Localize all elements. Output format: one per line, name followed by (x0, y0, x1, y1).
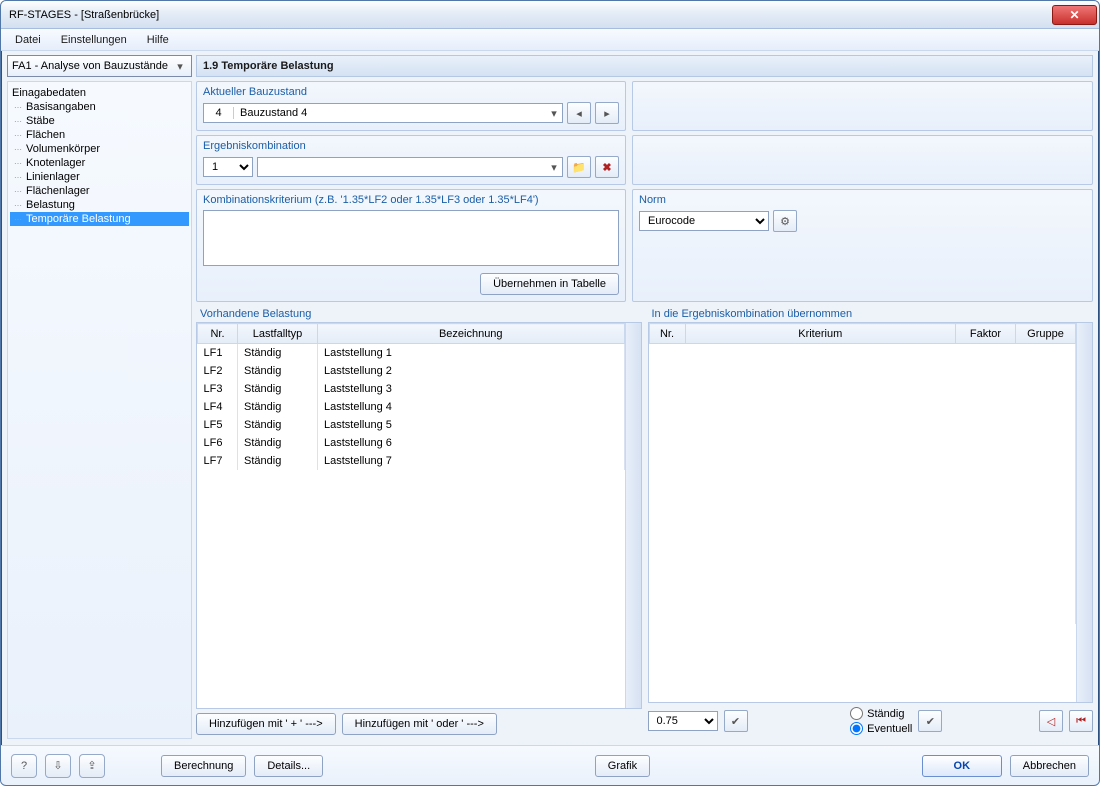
hinzufuegen-plus-button[interactable]: Hinzufügen mit ' + ' ---> (196, 713, 336, 735)
hinzufuegen-oder-button[interactable]: Hinzufügen mit ' oder ' ---> (342, 713, 497, 735)
ergebniskombination-num[interactable]: 1 (203, 157, 253, 177)
footer: ? ⇩ ⇪ Berechnung Details... Grafik OK Ab… (1, 745, 1099, 785)
next-button[interactable]: ▸ (595, 102, 619, 124)
kombinationskriterium-group: Kombinationskriterium (z.B. '1.35*LF2 od… (196, 189, 626, 302)
tree-item-fl-chen[interactable]: Flächen (10, 128, 189, 142)
tree-root[interactable]: Einagabedaten (10, 86, 189, 100)
help-button[interactable]: ? (11, 754, 37, 778)
col-bezeichnung[interactable]: Bezeichnung (318, 324, 625, 344)
remove-last-button[interactable]: ◁ (1039, 710, 1063, 732)
fa-selector-label: FA1 - Analyse von Bauzustände (12, 60, 168, 72)
uebernommen-label: In die Ergebniskombination übernommen (648, 306, 1094, 322)
col-nr[interactable]: Nr. (198, 324, 238, 344)
radio-eventuell[interactable]: Eventuell (850, 722, 912, 735)
menubar: Datei Einstellungen Hilfe (1, 29, 1099, 51)
tree-item-belastung[interactable]: Belastung (10, 198, 189, 212)
table-row[interactable]: LF7StändigLaststellung 7 (198, 452, 625, 470)
ergebniskombination-select[interactable]: ▾ (257, 157, 563, 177)
menu-datei[interactable]: Datei (7, 32, 49, 48)
radio-staendig[interactable]: Ständig (850, 707, 912, 720)
aktueller-bauzustand-group: Aktueller Bauzustand 4 Bauzustand 4 ▾ ◂ … (196, 81, 626, 131)
col-kriterium[interactable]: Kriterium (685, 324, 956, 344)
col-faktor[interactable]: Faktor (956, 324, 1016, 344)
tree-item-basisangaben[interactable]: Basisangaben (10, 100, 189, 114)
table-row[interactable]: LF6StändigLaststellung 6 (198, 434, 625, 452)
col-gruppe[interactable]: Gruppe (1016, 324, 1076, 344)
tree-item-knotenlager[interactable]: Knotenlager (10, 156, 189, 170)
titlebar: RF-STAGES - [Straßenbrücke] ✕ (1, 1, 1099, 29)
folder-open-icon[interactable]: 📁 (567, 156, 591, 178)
norm-label: Norm (639, 194, 1086, 210)
chevron-down-icon: ▾ (173, 60, 187, 73)
tree-item-fl-chenlager[interactable]: Flächenlager (10, 184, 189, 198)
prev-button[interactable]: ◂ (567, 102, 591, 124)
close-button[interactable]: ✕ (1052, 5, 1097, 25)
col-nr-2[interactable]: Nr. (649, 324, 685, 344)
table-row[interactable]: LF5StändigLaststellung 5 (198, 416, 625, 434)
menu-hilfe[interactable]: Hilfe (139, 32, 177, 48)
table-row[interactable]: LF2StändigLaststellung 2 (198, 362, 625, 380)
kombinationskriterium-label: Kombinationskriterium (z.B. '1.35*LF2 od… (203, 194, 619, 210)
tree-item-st-be[interactable]: Stäbe (10, 114, 189, 128)
bauzustand-name: Bauzustand 4 (234, 107, 546, 119)
norm-group: Norm Eurocode ⚙ (632, 189, 1093, 302)
uebernommen-group: In die Ergebniskombination übernommen Nr… (648, 306, 1094, 739)
delete-button[interactable]: ✖ (595, 156, 619, 178)
faktor-select[interactable]: 0.75 (648, 711, 718, 731)
uebernommen-table[interactable]: Nr. Kriterium Faktor Gruppe (649, 323, 1077, 702)
table-row[interactable]: LF3StändigLaststellung 3 (198, 380, 625, 398)
tree-item-tempor-re-belastung[interactable]: Temporäre Belastung (10, 212, 189, 226)
table-row[interactable]: LF1StändigLaststellung 1 (198, 344, 625, 362)
tree-item-linienlager[interactable]: Linienlager (10, 170, 189, 184)
window-title: RF-STAGES - [Straßenbrücke] (9, 9, 1052, 21)
bauzustand-select[interactable]: 4 Bauzustand 4 ▾ (203, 103, 563, 123)
apply-faktor-button[interactable]: ✔ (724, 710, 748, 732)
export-button[interactable]: ⇪ (79, 754, 105, 778)
tree-item-volumenk-rper[interactable]: Volumenkörper (10, 142, 189, 156)
details-button[interactable]: Details... (254, 755, 323, 777)
type-radio-group: Ständig Eventuell (844, 707, 912, 735)
section-header: 1.9 Temporäre Belastung (196, 55, 1093, 77)
menu-einstellungen[interactable]: Einstellungen (53, 32, 135, 48)
norm-settings-button[interactable]: ⚙ (773, 210, 797, 232)
apply-type-button[interactable]: ✔ (918, 710, 942, 732)
empty-top-group (632, 81, 1093, 131)
ergebniskombination-label: Ergebniskombination (203, 140, 619, 156)
aktueller-bauzustand-label: Aktueller Bauzustand (203, 86, 619, 102)
vorhandene-belastung-group: Vorhandene Belastung Nr. Lastfalltyp Bez… (196, 306, 642, 739)
ok-button[interactable]: OK (922, 755, 1002, 777)
bauzustand-num: 4 (204, 107, 234, 119)
chevron-down-icon: ▾ (546, 161, 562, 174)
chevron-down-icon: ▾ (546, 107, 562, 120)
table-row[interactable]: LF4StändigLaststellung 4 (198, 398, 625, 416)
grafik-button[interactable]: Grafik (595, 755, 650, 777)
norm-select[interactable]: Eurocode (639, 211, 769, 231)
vorhandene-table[interactable]: Nr. Lastfalltyp Bezeichnung LF1StändigLa… (197, 323, 625, 708)
import-button[interactable]: ⇩ (45, 754, 71, 778)
empty-mid-group (632, 135, 1093, 185)
uebernehmen-button[interactable]: Übernehmen in Tabelle (480, 273, 619, 295)
ergebniskombination-group: Ergebniskombination 1 ▾ 📁 ✖ (196, 135, 626, 185)
scrollbar[interactable] (1076, 323, 1092, 702)
col-lastfalltyp[interactable]: Lastfalltyp (238, 324, 318, 344)
nav-tree: Einagabedaten BasisangabenStäbeFlächenVo… (7, 81, 192, 739)
scrollbar[interactable] (625, 323, 641, 708)
vorhandene-belastung-label: Vorhandene Belastung (196, 306, 642, 322)
fa-selector[interactable]: FA1 - Analyse von Bauzustände ▾ (7, 55, 192, 77)
berechnung-button[interactable]: Berechnung (161, 755, 246, 777)
kombinationskriterium-input[interactable] (203, 210, 619, 266)
abbrechen-button[interactable]: Abbrechen (1010, 755, 1089, 777)
remove-all-button[interactable]: ⏮ (1069, 710, 1093, 732)
